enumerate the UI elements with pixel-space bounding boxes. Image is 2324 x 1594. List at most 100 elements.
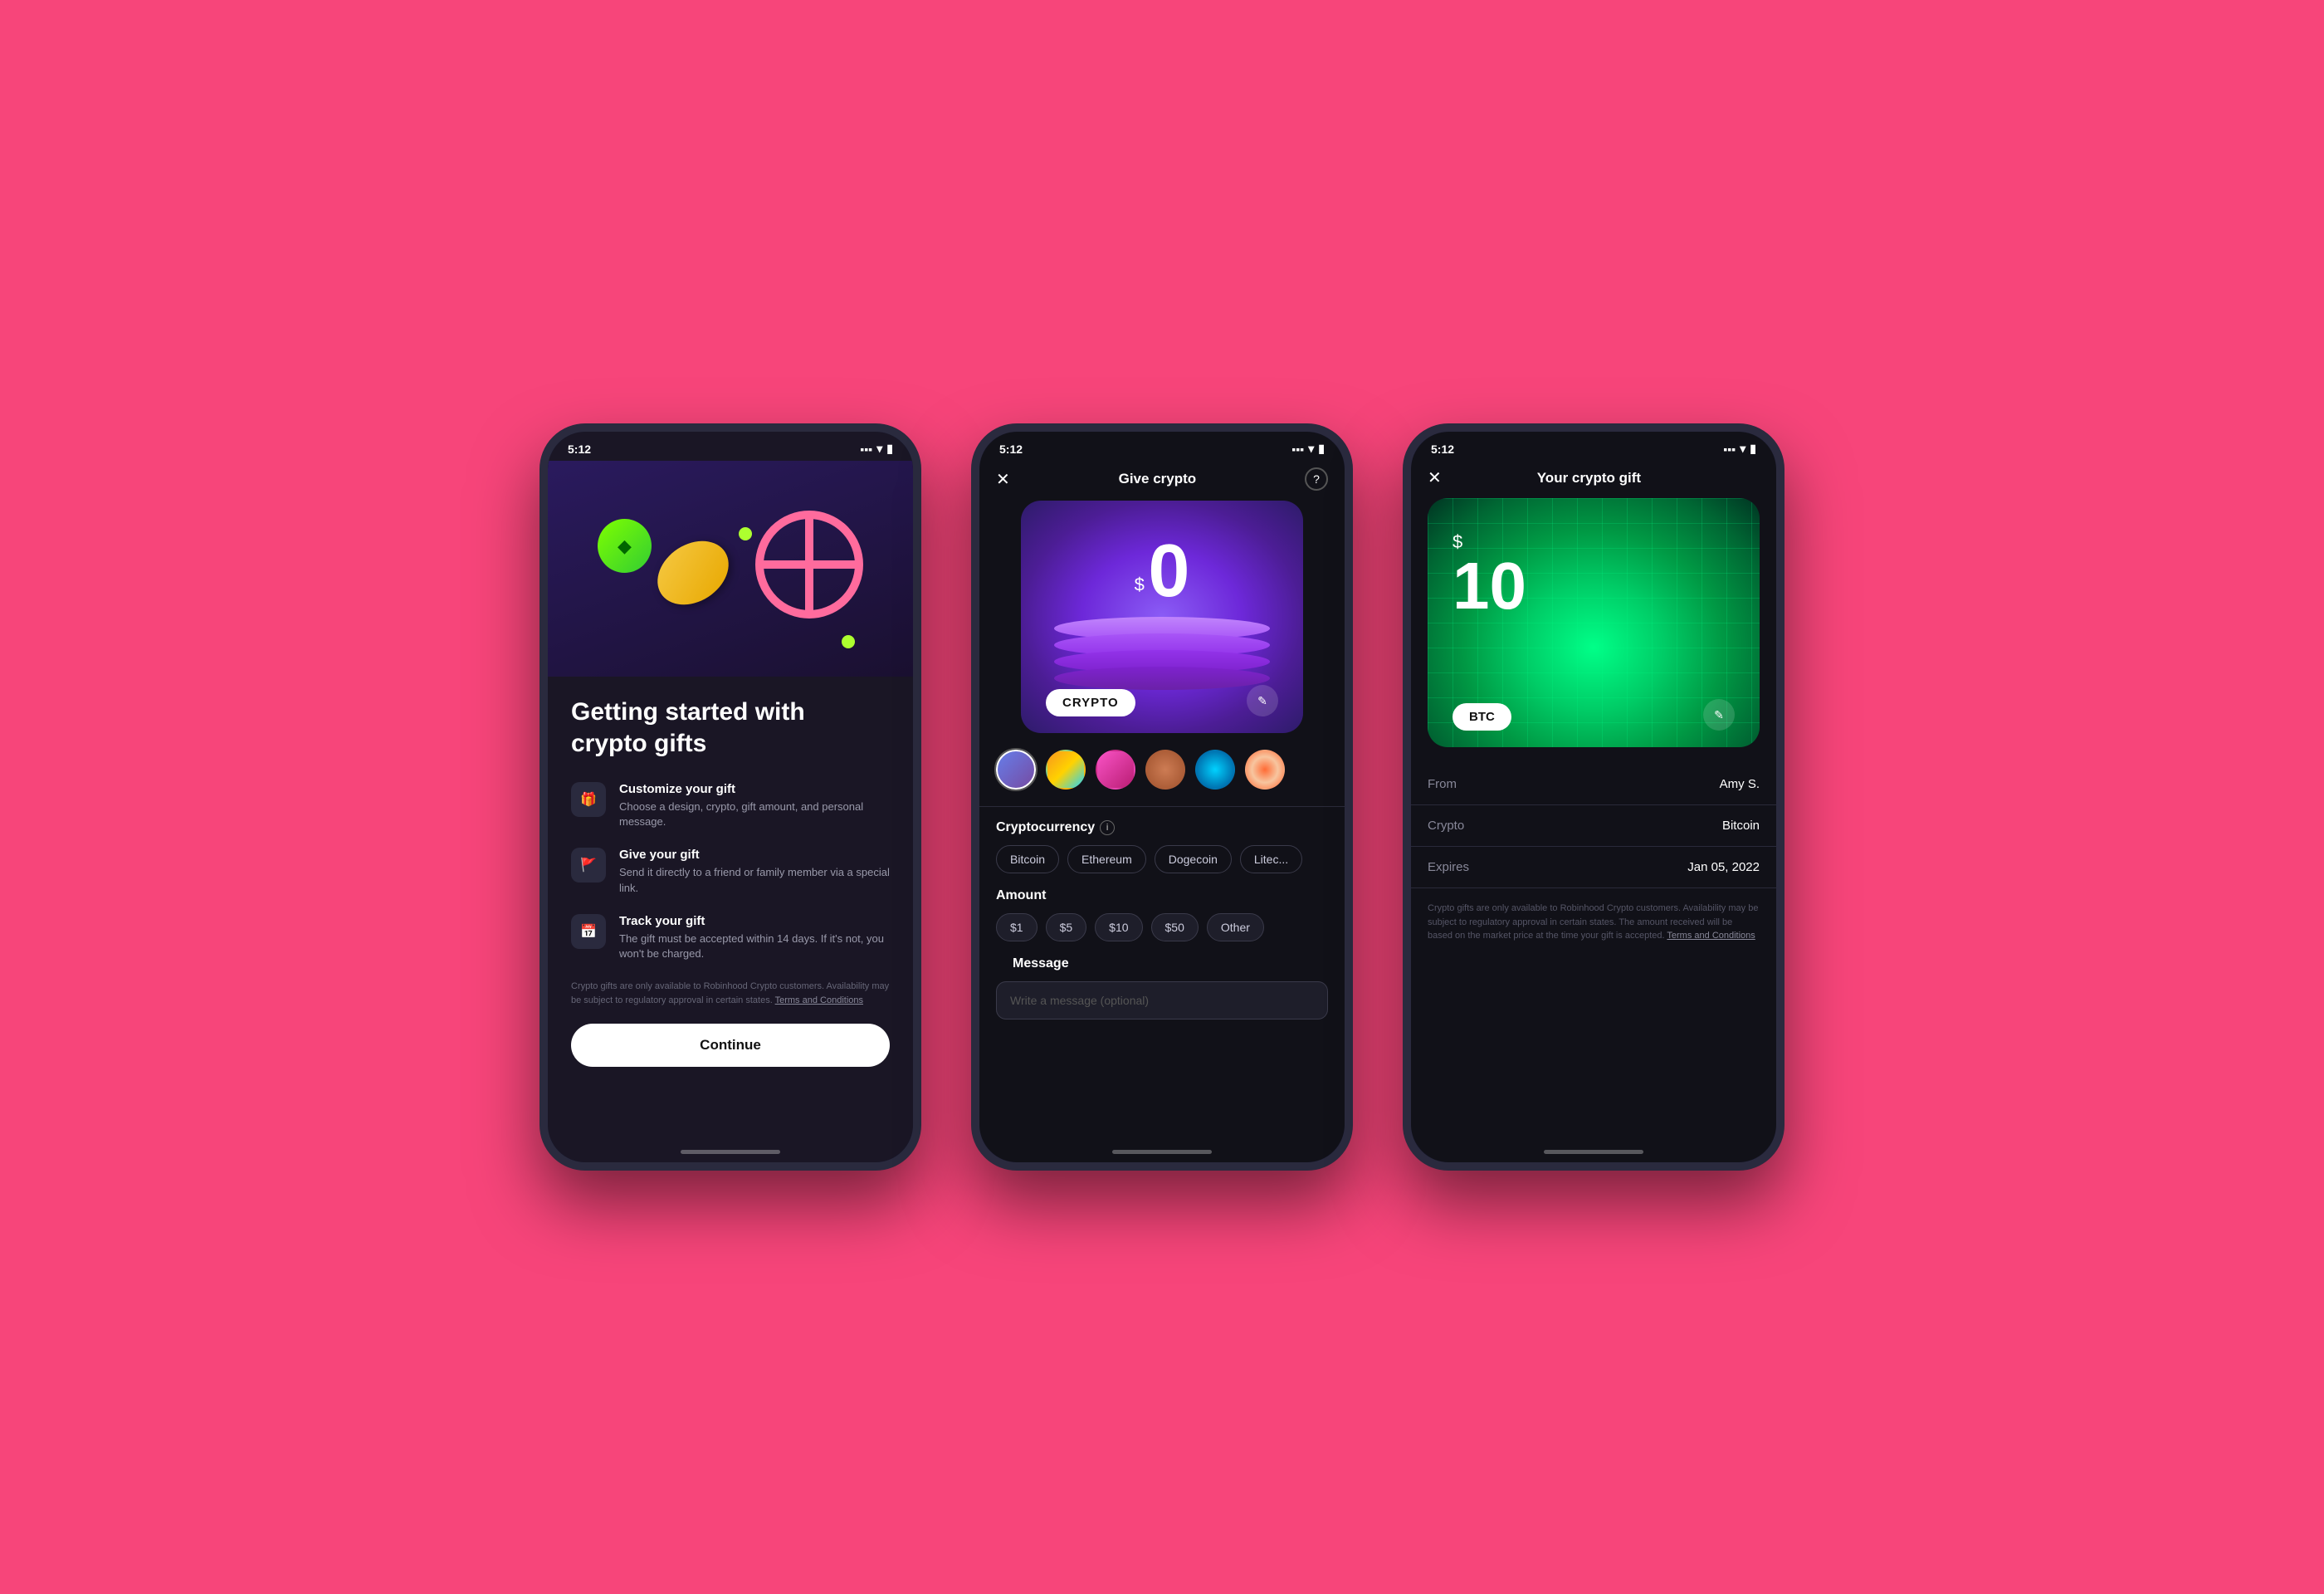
wifi-icon-2: ▾ [1308,442,1314,456]
legal-text-1: Crypto gifts are only available to Robin… [571,980,890,1007]
green-dot-2 [739,527,752,540]
home-indicator-1 [681,1150,780,1154]
signal-icon: ▪▪▪ [860,443,872,456]
amount-other[interactable]: Other [1207,913,1264,941]
phone-crypto-gift: 5:12 ▪▪▪ ▾ ▮ ✕ Your crypto gift $ 10 [1403,423,1784,1171]
status-bar-1: 5:12 ▪▪▪ ▾ ▮ [548,432,913,461]
signal-icon-3: ▪▪▪ [1723,443,1736,456]
from-label: From [1428,777,1457,791]
expires-value: Jan 05, 2022 [1687,860,1760,874]
status-icons-1: ▪▪▪ ▾ ▮ [860,442,893,456]
time-3: 5:12 [1431,443,1454,456]
message-input[interactable]: Write a message (optional) [996,981,1328,1019]
amount-section-label: Amount [979,888,1345,903]
stack-discs [1021,617,1303,683]
wifi-icon-3: ▾ [1740,442,1745,456]
continue-button[interactable]: Continue [571,1024,890,1067]
flag-icon: 🚩 [571,848,606,883]
cryptocurrency-section-label: Cryptocurrency i [979,820,1345,835]
message-section-label: Message [996,956,1328,971]
phone1-content: Getting started with crypto gifts 🎁 Cust… [548,677,913,1087]
time-1: 5:12 [568,443,591,456]
green-chip-coin [598,519,652,573]
pill-dogecoin[interactable]: Dogecoin [1155,845,1232,873]
gift-card-visual: $ 10 BTC ✎ [1428,498,1760,747]
disc-4 [1054,667,1270,690]
hero-illustration [548,461,913,677]
edit-button-2[interactable]: ✎ [1247,685,1278,716]
crypto-field-value: Bitcoin [1722,819,1760,833]
pink-coin [755,511,863,619]
amount-5[interactable]: $5 [1046,913,1087,941]
amount-pills-row: $1 $5 $10 $50 Other [979,913,1345,941]
crypto-field-label: Crypto [1428,819,1464,833]
home-indicator-3 [1544,1150,1643,1154]
gift-amount-display: $ 10 [1452,531,1526,619]
amount-section: Amount $1 $5 $10 $50 Other [979,888,1345,941]
header-title-3: Your crypto gift [1537,470,1641,487]
gift-edit-button[interactable]: ✎ [1703,699,1735,731]
from-value: Amy S. [1720,777,1760,791]
feature-text-track: Track your gift The gift must be accepte… [619,914,890,961]
phones-container: 5:12 ▪▪▪ ▾ ▮ Getting started with crypto… [540,423,1784,1171]
gift-number: 10 [1452,553,1526,619]
divider-1 [979,806,1345,807]
message-section: Message Write a message (optional) [979,956,1345,1019]
stack-number: 0 [1148,530,1189,613]
phone2-header: ✕ Give crypto ? [979,461,1345,501]
wifi-icon: ▾ [876,442,882,456]
theme-purple[interactable] [996,750,1036,790]
home-indicator-2 [1112,1150,1212,1154]
header-title-2: Give crypto [1119,471,1197,487]
feature-text-customize: Customize your gift Choose a design, cry… [619,782,890,829]
info-row-expires: Expires Jan 05, 2022 [1411,847,1776,888]
page-title: Getting started with crypto gifts [571,697,890,759]
time-2: 5:12 [999,443,1023,456]
info-row-crypto: Crypto Bitcoin [1411,805,1776,847]
status-bar-3: 5:12 ▪▪▪ ▾ ▮ [1411,432,1776,461]
expires-label: Expires [1428,860,1469,874]
terms-link-3[interactable]: Terms and Conditions [1667,931,1755,941]
info-icon[interactable]: i [1100,820,1115,835]
gold-coin [653,531,734,615]
theme-blue[interactable] [1195,750,1235,790]
pill-litecoin[interactable]: Litec... [1240,845,1302,873]
theme-brown[interactable] [1145,750,1185,790]
green-dot-1 [842,635,855,648]
calendar-icon: 📅 [571,914,606,949]
crypto-label-pill: CRYPTO [1046,689,1135,716]
feature-item-track: 📅 Track your gift The gift must be accep… [571,914,890,961]
theme-selector[interactable] [979,750,1345,790]
status-bar-2: 5:12 ▪▪▪ ▾ ▮ [979,432,1345,461]
amount-1[interactable]: $1 [996,913,1038,941]
signal-icon-2: ▪▪▪ [1291,443,1304,456]
crypto-pills-row: Bitcoin Ethereum Dogecoin Litec... [979,845,1345,873]
pill-bitcoin[interactable]: Bitcoin [996,845,1059,873]
btc-label-pill: BTC [1452,703,1511,731]
close-button-3[interactable]: ✕ [1428,467,1442,488]
amount-10[interactable]: $10 [1095,913,1142,941]
feature-item-give: 🚩 Give your gift Send it directly to a f… [571,848,890,895]
theme-colorful[interactable] [1046,750,1086,790]
theme-orange[interactable] [1245,750,1285,790]
help-button[interactable]: ? [1305,467,1328,491]
amount-50[interactable]: $50 [1151,913,1199,941]
battery-icon-3: ▮ [1750,442,1756,456]
theme-pink[interactable] [1096,750,1135,790]
status-icons-3: ▪▪▪ ▾ ▮ [1723,442,1756,456]
phone3-header: ✕ Your crypto gift [1411,461,1776,498]
phone-give-crypto: 5:12 ▪▪▪ ▾ ▮ ✕ Give crypto ? $ 0 [971,423,1353,1171]
stack-amount-display: $ 0 [1021,534,1303,609]
gift-icon: 🎁 [571,782,606,817]
legal-text-3: Crypto gifts are only available to Robin… [1411,888,1776,956]
feature-text-give: Give your gift Send it directly to a fri… [619,848,890,895]
status-icons-2: ▪▪▪ ▾ ▮ [1291,442,1325,456]
terms-link-1[interactable]: Terms and Conditions [775,995,863,1005]
info-row-from: From Amy S. [1411,764,1776,805]
pill-ethereum[interactable]: Ethereum [1067,845,1146,873]
phone-getting-started: 5:12 ▪▪▪ ▾ ▮ Getting started with crypto… [540,423,921,1171]
battery-icon-2: ▮ [1318,442,1325,456]
crypto-stack-visual: $ 0 CRYPTO ✎ [1021,501,1303,733]
close-button-2[interactable]: ✕ [996,469,1010,490]
battery-icon: ▮ [886,442,893,456]
